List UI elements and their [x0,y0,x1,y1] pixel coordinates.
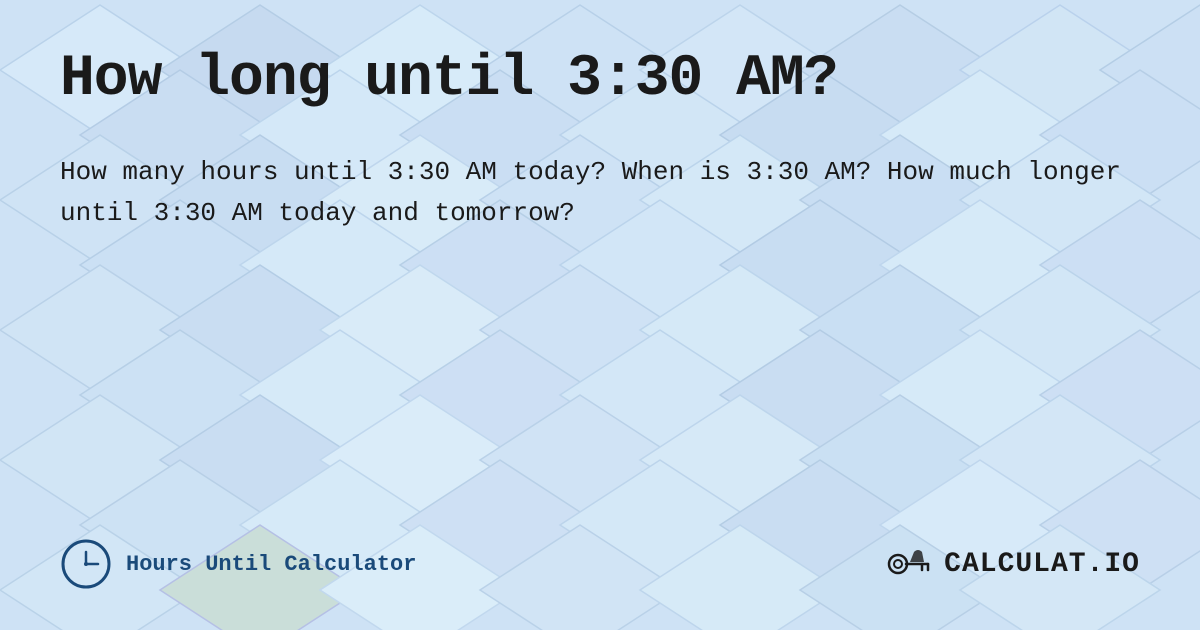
page-title: How long until 3:30 AM? [60,48,1140,112]
footer-branding-left: Hours Until Calculator [60,538,416,590]
footer: Hours Until Calculator CALCULAT.IO [60,518,1140,590]
clock-icon [60,538,112,590]
page-description: How many hours until 3:30 AM today? When… [60,152,1140,235]
logo-text: CALCULAT.IO [944,549,1140,580]
logo-area: CALCULAT.IO [886,542,1140,586]
footer-label: Hours Until Calculator [126,552,416,577]
logo-icon [886,542,936,586]
